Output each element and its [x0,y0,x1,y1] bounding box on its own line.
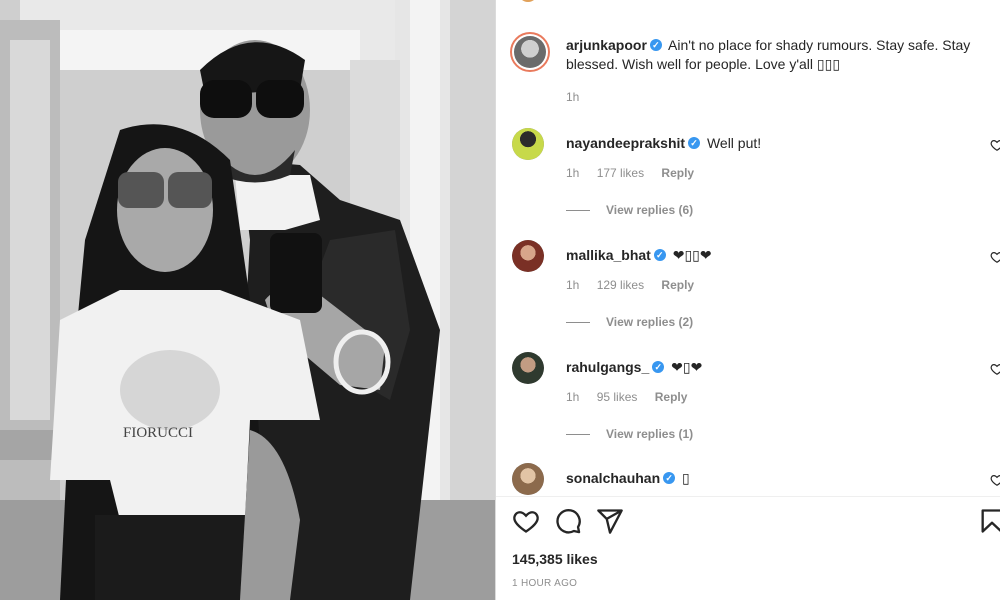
comment-line: rahulgangs_ ✓ ❤▯❤ [566,358,702,377]
comment-text: ❤▯❤ [671,359,703,375]
comment-username[interactable]: rahulgangs_ [566,359,649,375]
comment-meta: 1h 129 likes Reply [566,278,708,292]
paper-plane-icon[interactable] [596,507,624,535]
comment-text: ▯ [682,470,690,486]
verified-icon: ✓ [663,472,676,485]
view-replies-button[interactable]: View replies (6) [566,203,693,217]
post-photo[interactable]: FIORUCCI [0,0,495,600]
author-username[interactable]: arjunkapoor [566,37,647,53]
comment-line: sonalchauhan ✓ ▯ [566,469,690,488]
reply-button[interactable]: Reply [655,390,688,404]
comment-item: rahulgangs_ ✓ ❤▯❤ 1h 95 likes Reply View … [512,352,1000,462]
comment-item: nayandeeprakshit ✓ Well put! 1h 177 likes… [512,128,1000,238]
replies-dash [566,322,590,324]
comment-meta: 1h 95 likes Reply [566,390,701,404]
comment-heart-icon[interactable] [990,138,1000,152]
caption-timestamp[interactable]: 1h [566,90,579,104]
verified-icon: ✓ [653,249,666,262]
comment-likes[interactable]: 129 likes [597,278,644,292]
comment-line: nayandeeprakshit ✓ Well put! [566,134,761,153]
heart-icon[interactable] [512,507,540,535]
view-replies-label: View replies (6) [606,203,694,217]
comment-username[interactable]: nayandeeprakshit [566,135,685,151]
comment-item: mallika_bhat ✓ ❤▯▯❤ 1h 129 likes Reply Vi… [512,240,1000,350]
comment-likes[interactable]: 177 likes [597,166,644,180]
comment-item: sonalchauhan ✓ ▯ [512,463,1000,496]
post-timestamp[interactable]: 1 HOUR AGO [512,578,577,589]
replies-dash [566,210,590,212]
bookmark-icon[interactable] [978,507,1000,535]
comment-heart-icon[interactable] [990,362,1000,376]
comment-line: mallika_bhat ✓ ❤▯▯❤ [566,246,712,265]
author-avatar[interactable] [510,32,550,72]
verified-icon: ✓ [649,39,662,52]
photo-illustration: FIORUCCI [0,0,495,600]
likes-count[interactable]: 145,385 likes [512,551,598,567]
comment-username[interactable]: mallika_bhat [566,247,651,263]
commenter-avatar[interactable] [512,463,544,495]
commenter-avatar[interactable] [512,352,544,384]
verified-icon: ✓ [652,361,665,374]
comment-text: ❤▯▯❤ [672,247,712,263]
comment-time[interactable]: 1h [566,278,579,292]
reply-button[interactable]: Reply [661,166,694,180]
comment-heart-icon[interactable] [990,473,1000,487]
view-replies-label: View replies (2) [606,315,694,329]
replies-dash [566,434,590,436]
comment-likes[interactable]: 95 likes [597,390,638,404]
commenter-avatar[interactable] [512,240,544,272]
verified-icon: ✓ [688,137,701,150]
view-replies-label: View replies (1) [606,427,694,441]
comment-username[interactable]: sonalchauhan [566,470,660,486]
view-replies-button[interactable]: View replies (2) [566,315,693,329]
actions-divider [496,496,1000,497]
commenter-avatar[interactable] [512,128,544,160]
comment-heart-icon[interactable] [990,250,1000,264]
action-bar [512,507,1000,535]
post-caption: arjunkapoor ✓ Ain't no place for shady ru… [566,36,986,74]
comment-meta: 1h 177 likes Reply [566,166,708,180]
comment-time[interactable]: 1h [566,166,579,180]
comment-time[interactable]: 1h [566,390,579,404]
header-avatar-ring [518,0,538,2]
reply-button[interactable]: Reply [661,278,694,292]
comment-text: Well put! [706,135,762,151]
comments-panel: arjunkapoor ✓ Ain't no place for shady ru… [496,0,1000,600]
view-replies-button[interactable]: View replies (1) [566,427,693,441]
svg-text:FIORUCCI: FIORUCCI [123,425,193,441]
comment-icon[interactable] [554,507,582,535]
